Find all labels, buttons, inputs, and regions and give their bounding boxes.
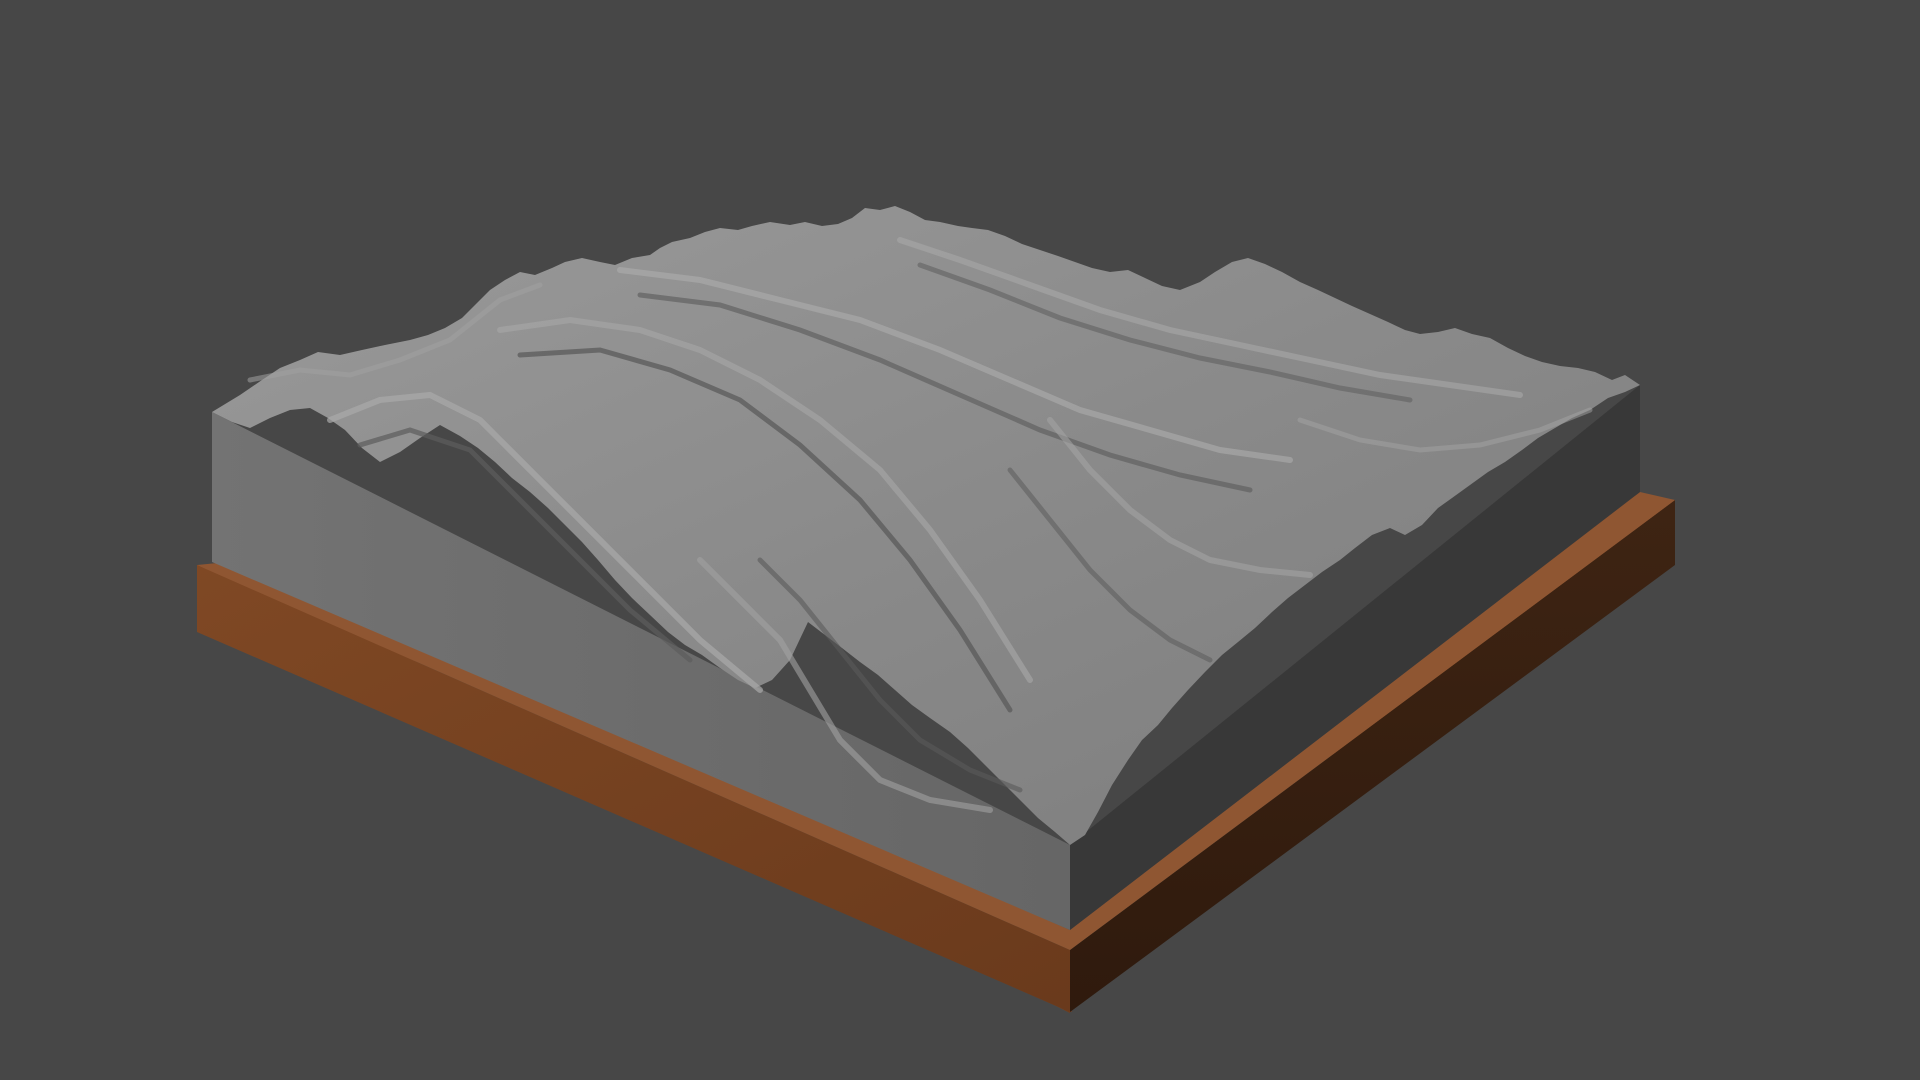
- terrain-model-scene: [197, 206, 1675, 1013]
- 3d-viewport[interactable]: [0, 0, 1920, 1080]
